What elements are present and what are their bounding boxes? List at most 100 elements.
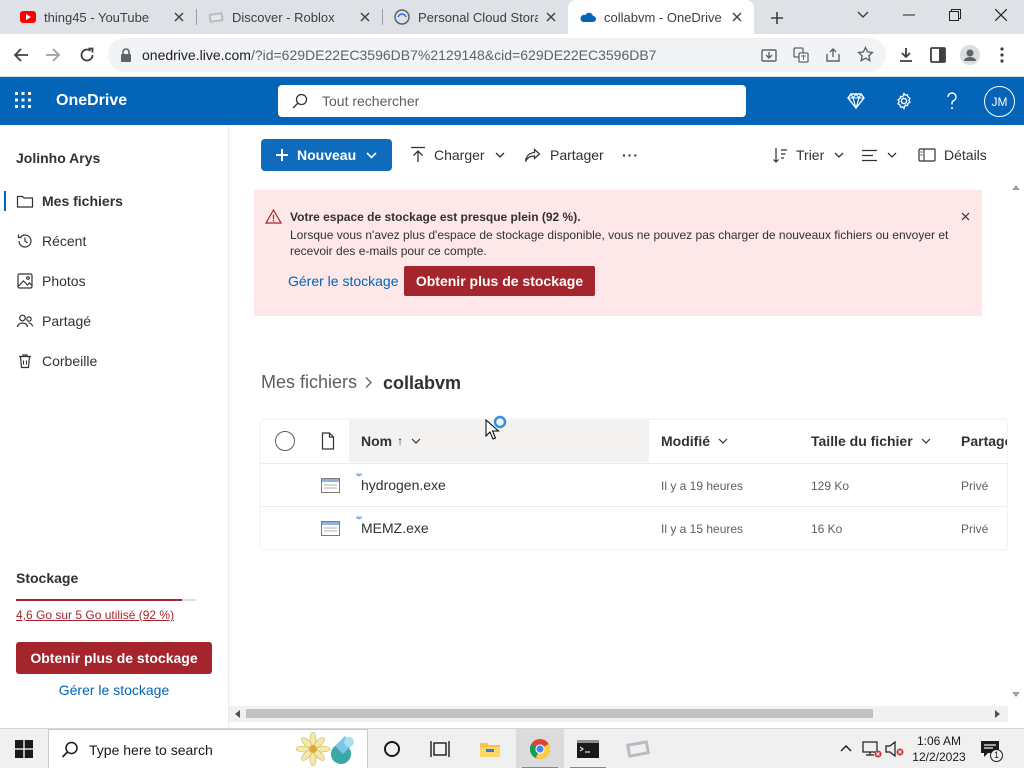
task-view-cortana-button[interactable] xyxy=(368,729,416,768)
sidebar-item-shared[interactable]: Partagé xyxy=(0,301,228,341)
storage-usage-fill xyxy=(16,599,182,601)
banner-message: Lorsque vous n'avez plus d'espace de sto… xyxy=(290,228,949,258)
back-button[interactable] xyxy=(5,39,37,71)
app-launcher-button[interactable] xyxy=(14,91,34,111)
address-bar[interactable]: onedrive.live.com/?id=629DE22EC3596DB7%2… xyxy=(108,38,886,72)
user-name: Jolinho Arys xyxy=(16,150,101,166)
file-list: Nom ↑ Modifié Taille du fichier Partage … xyxy=(261,420,1007,549)
side-panel-button[interactable] xyxy=(922,39,954,71)
search-input[interactable]: Tout rechercher xyxy=(278,85,746,117)
share-button[interactable]: Partager xyxy=(524,139,604,171)
download-icon xyxy=(900,48,912,62)
task-view-button[interactable] xyxy=(416,729,464,768)
share-icon xyxy=(524,147,541,162)
sort-button[interactable]: Trier xyxy=(772,139,844,171)
bookmark-star-icon[interactable] xyxy=(857,46,874,63)
close-icon[interactable] xyxy=(724,4,750,30)
reload-button[interactable] xyxy=(71,39,103,71)
upload-button[interactable]: Charger xyxy=(410,139,505,171)
restore-button[interactable] xyxy=(932,0,978,30)
notification-count-badge: 1 xyxy=(990,749,1003,762)
share-label: Partager xyxy=(550,147,604,163)
close-icon[interactable] xyxy=(166,4,192,30)
tab-roblox[interactable]: Discover - Roblox xyxy=(196,0,382,34)
file-name[interactable]: MEMZ.exe xyxy=(361,520,429,536)
sidebar-item-photos[interactable]: Photos xyxy=(0,261,228,301)
file-modified: Il y a 15 heures xyxy=(661,522,744,536)
scroll-up-arrow-icon[interactable] xyxy=(1012,184,1020,190)
app-title[interactable]: OneDrive xyxy=(56,92,127,110)
table-row[interactable]: hydrogen.exe Il y a 19 heures 129 Ko Pri… xyxy=(261,463,1007,506)
details-pane-button[interactable]: Détails xyxy=(918,139,987,171)
sharing-column-header[interactable]: Partage xyxy=(961,433,1007,449)
forward-button[interactable] xyxy=(37,39,69,71)
network-disconnected-icon[interactable] xyxy=(862,740,882,758)
storage-usage-text[interactable]: 4,6 Go sur 5 Go utilisé (92 %) xyxy=(16,608,174,622)
horizontal-scrollbar[interactable] xyxy=(229,706,1008,722)
table-row[interactable]: MEMZ.exe Il y a 15 heures 16 Ko Privé xyxy=(261,506,1007,549)
action-center-button[interactable]: 1 xyxy=(978,737,1006,762)
scroll-right-arrow-icon[interactable] xyxy=(995,710,1001,718)
system-clock[interactable]: 1:06 AM 12/2/2023 xyxy=(908,733,970,765)
close-icon xyxy=(995,9,1007,21)
scroll-down-arrow-icon[interactable] xyxy=(1012,692,1020,698)
avatar[interactable]: JM xyxy=(984,86,1015,117)
file-sharing: Privé xyxy=(961,479,989,493)
new-tab-button[interactable] xyxy=(764,5,790,31)
settings-button[interactable] xyxy=(890,87,918,115)
name-column-header[interactable]: Nom ↑ xyxy=(361,433,421,449)
install-app-icon[interactable] xyxy=(761,47,777,63)
file-type-icon xyxy=(321,432,335,450)
tab-onedrive[interactable]: collabvm - OneDrive xyxy=(568,0,754,34)
downloads-button[interactable] xyxy=(890,39,922,71)
show-hidden-icons-chevron-icon[interactable] xyxy=(840,744,852,752)
close-icon xyxy=(961,212,969,220)
banner-get-more-storage-button[interactable]: Obtenir plus de stockage xyxy=(404,266,595,296)
close-icon[interactable] xyxy=(538,4,564,30)
modified-column-header[interactable]: Modifié xyxy=(661,433,728,449)
banner-manage-storage-link[interactable]: Gérer le stockage xyxy=(288,273,399,289)
chevron-down-icon xyxy=(887,152,897,158)
select-all-checkbox[interactable] xyxy=(275,431,295,451)
close-window-button[interactable] xyxy=(978,0,1024,30)
breadcrumb-parent[interactable]: Mes fichiers xyxy=(261,372,357,393)
taskbar-command-prompt[interactable] xyxy=(564,729,612,768)
help-button[interactable] xyxy=(938,87,966,115)
size-column-header[interactable]: Taille du fichier xyxy=(811,433,931,449)
volume-muted-icon[interactable] xyxy=(884,740,906,758)
manage-storage-link[interactable]: Gérer le stockage xyxy=(16,682,212,698)
tab-youtube[interactable]: thing45 - YouTube xyxy=(0,0,196,34)
file-name[interactable]: hydrogen.exe xyxy=(361,477,446,493)
new-button[interactable]: Nouveau xyxy=(261,139,392,171)
browser-menu-button[interactable] xyxy=(986,39,1018,71)
chevron-right-icon xyxy=(365,377,372,388)
minimize-button[interactable] xyxy=(886,0,932,30)
taskbar-roblox[interactable] xyxy=(614,729,662,768)
sidebar-item-recycle-bin[interactable]: Corbeille xyxy=(0,341,228,381)
sidebar-item-recent[interactable]: Récent xyxy=(0,221,228,261)
vertical-scrollbar[interactable] xyxy=(1008,182,1024,728)
get-more-storage-button[interactable]: Obtenir plus de stockage xyxy=(16,642,212,674)
horizontal-scroll-thumb[interactable] xyxy=(246,709,873,718)
view-options-button[interactable] xyxy=(861,139,897,171)
search-icon xyxy=(292,93,308,109)
translate-icon[interactable] xyxy=(793,47,809,63)
start-button[interactable] xyxy=(0,729,48,768)
banner-dismiss-button[interactable] xyxy=(957,208,973,224)
tab-personal-cloud-storage[interactable]: Personal Cloud Storage xyxy=(382,0,568,34)
browser-tab-strip: thing45 - YouTube Discover - Roblox Pers… xyxy=(0,0,1024,34)
file-sharing: Privé xyxy=(961,522,989,536)
profile-button[interactable] xyxy=(954,39,986,71)
sort-ascending-indicator: ↑ xyxy=(397,434,404,448)
scroll-left-arrow-icon[interactable] xyxy=(234,710,240,718)
premium-button[interactable] xyxy=(842,87,870,115)
tab-search-button[interactable] xyxy=(840,0,886,30)
share-icon[interactable] xyxy=(825,47,841,63)
taskbar-search-box[interactable]: Type here to search xyxy=(48,729,368,768)
sidebar-item-my-files[interactable]: Mes fichiers xyxy=(0,181,228,221)
more-actions-button[interactable]: ··· xyxy=(622,139,639,171)
close-icon[interactable] xyxy=(352,4,378,30)
taskbar-chrome[interactable] xyxy=(516,729,564,768)
clock-time: 1:06 AM xyxy=(916,734,962,748)
taskbar-file-explorer[interactable] xyxy=(466,729,514,768)
